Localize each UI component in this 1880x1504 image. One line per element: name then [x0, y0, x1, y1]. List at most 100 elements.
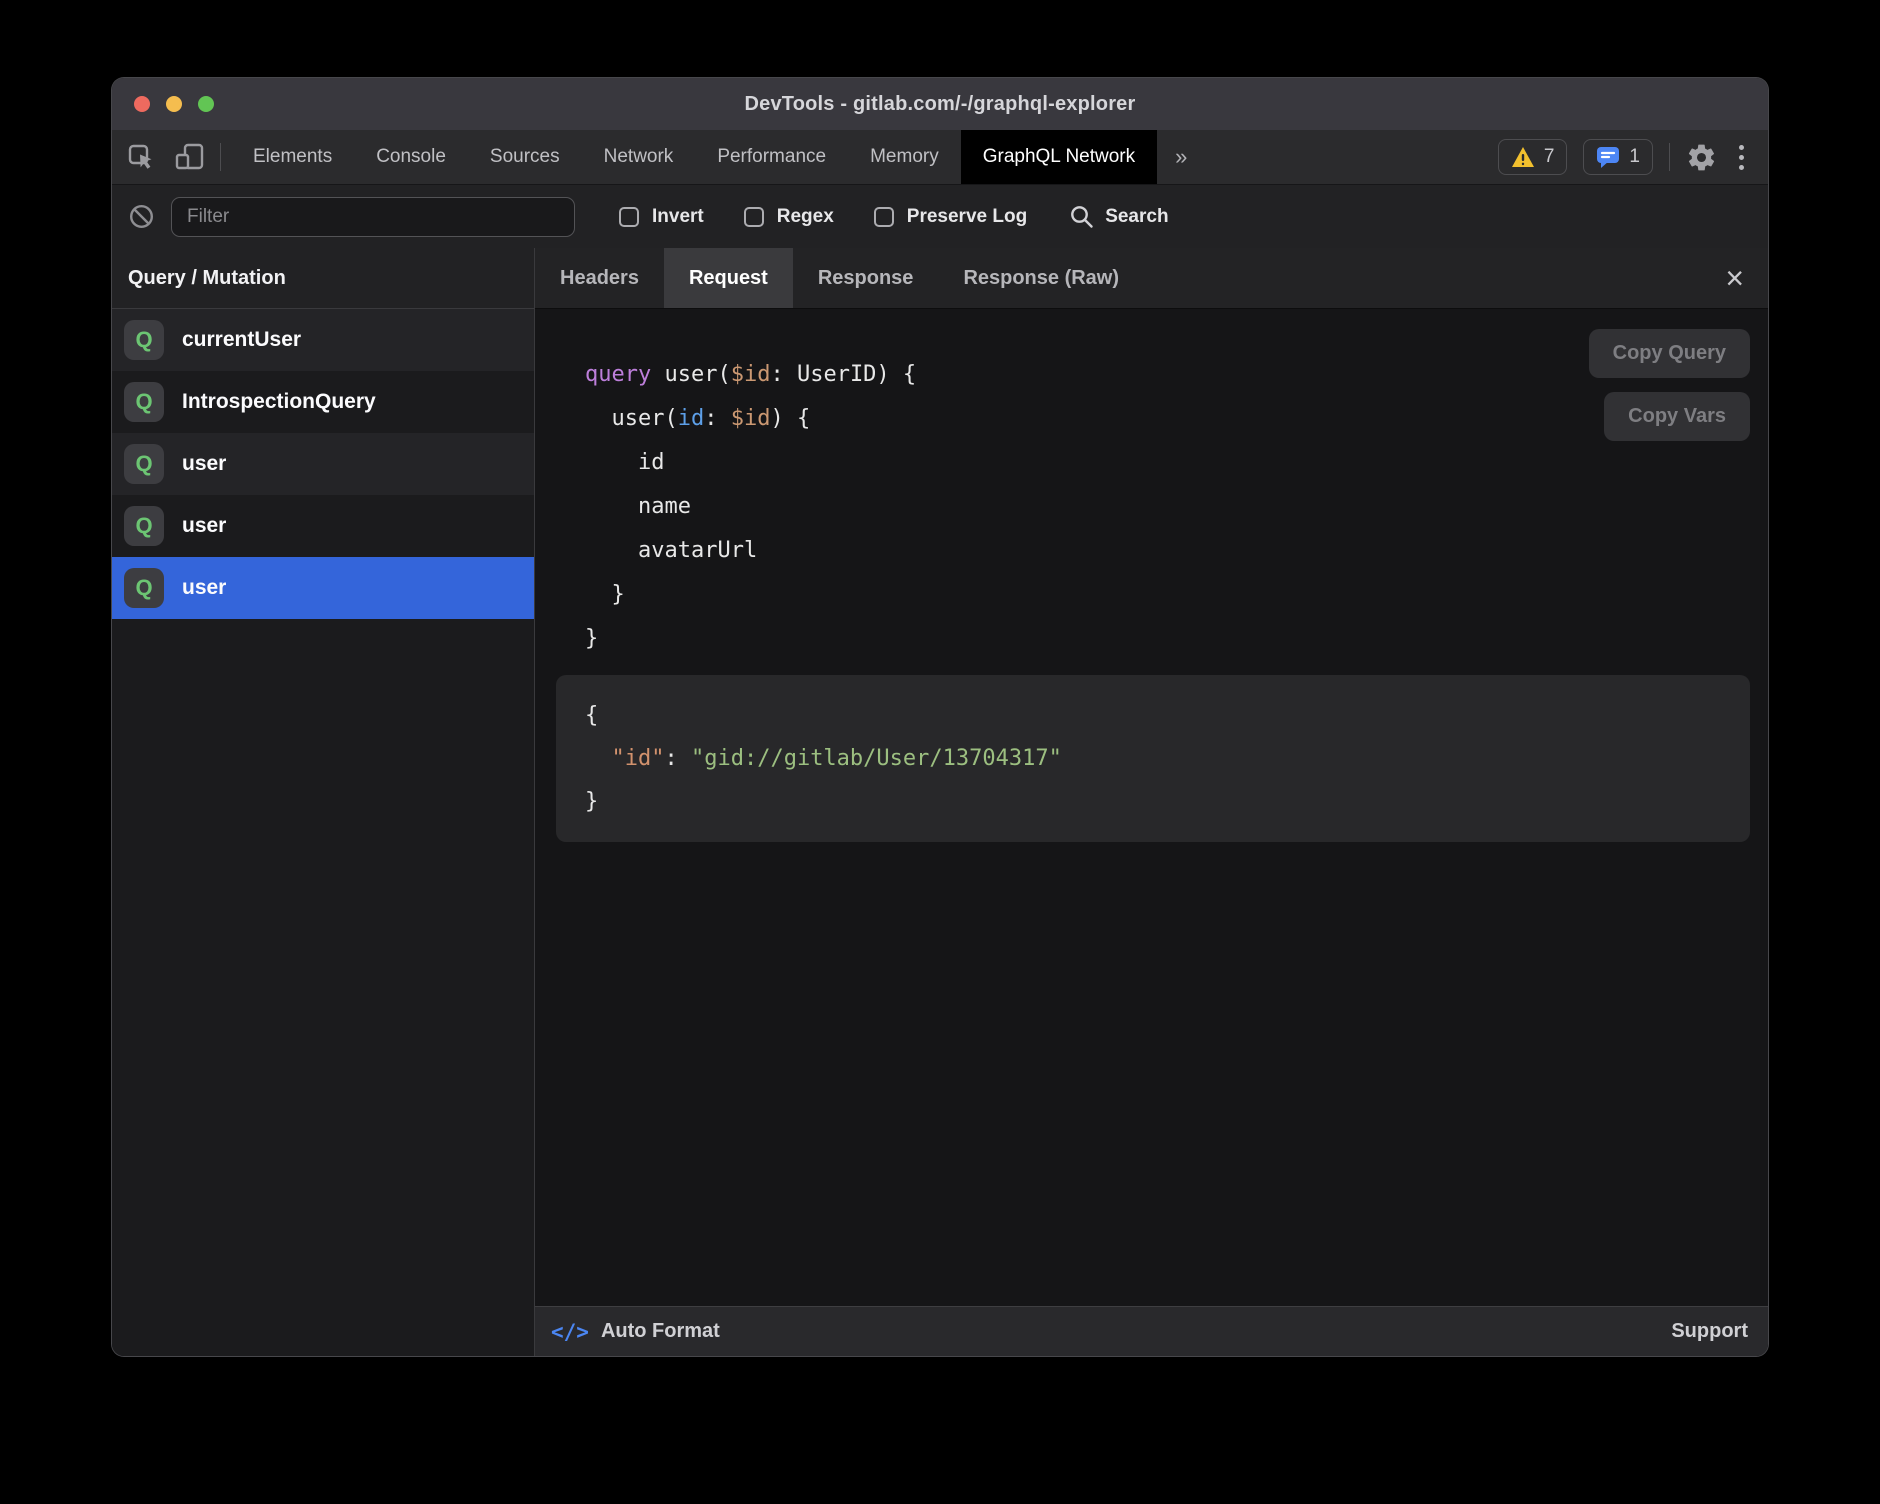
tab-sources[interactable]: Sources [468, 130, 582, 184]
tab-elements[interactable]: Elements [231, 130, 354, 184]
query-list: QcurrentUserQIntrospectionQueryQuserQuse… [112, 309, 534, 619]
query-list-empty-area [112, 619, 534, 1356]
query-list-panel: Query / Mutation QcurrentUserQIntrospect… [112, 248, 535, 1356]
code-token: : UserID) { [770, 362, 916, 387]
settings-gear-icon[interactable] [1686, 142, 1717, 173]
code-token: id [585, 450, 664, 475]
filter-bar: Invert Regex Preserve Log Search [112, 184, 1768, 248]
issues-count: 1 [1629, 146, 1640, 168]
toolbar-icons [112, 130, 220, 184]
more-options-kebab-icon[interactable] [1733, 141, 1750, 174]
checkbox-invert[interactable]: Invert [619, 206, 704, 228]
code-token: user( [585, 406, 678, 431]
devtools-window: DevTools - gitlab.com/-/graphql-explorer… [112, 78, 1768, 1356]
detail-footer: </> Auto Format Support [535, 1306, 1768, 1356]
traffic-lights [134, 78, 214, 130]
query-type-badge: Q [124, 506, 164, 546]
tab-network[interactable]: Network [582, 130, 696, 184]
title-bar: DevTools - gitlab.com/-/graphql-explorer [112, 78, 1768, 130]
query-name: user [182, 514, 226, 538]
tabbar-right-controls: 7 1 [1498, 130, 1768, 184]
code-line: name [585, 485, 1750, 529]
auto-format-label: Auto Format [601, 1320, 720, 1343]
request-detail-panel: HeadersRequestResponseResponse (Raw) × q… [535, 248, 1768, 1356]
code-token: query [585, 362, 664, 387]
checkbox-preserve-log[interactable]: Preserve Log [874, 206, 1027, 228]
code-token: user( [664, 362, 730, 387]
query-list-item[interactable]: Quser [112, 557, 534, 619]
checkbox-label-preserve-log: Preserve Log [907, 206, 1027, 228]
issues-badge[interactable]: 1 [1583, 139, 1653, 175]
tab-graphql-network[interactable]: GraphQL Network [961, 130, 1157, 184]
inspect-element-icon[interactable] [128, 144, 155, 171]
code-line: } [585, 617, 1750, 661]
code-token: name [585, 494, 691, 519]
tab-performance[interactable]: Performance [695, 130, 848, 184]
detail-tabs: HeadersRequestResponseResponse (Raw) [535, 248, 1144, 308]
checkbox-box-invert[interactable] [619, 207, 639, 227]
checkbox-box-regex[interactable] [744, 207, 764, 227]
vars-line: { [585, 694, 1750, 737]
copy-query-button[interactable]: Copy Query [1589, 329, 1750, 378]
issues-chat-icon [1596, 145, 1620, 169]
checkbox-box-preserve-log[interactable] [874, 207, 894, 227]
clear-filter-icon[interactable] [128, 203, 155, 230]
vars-line: } [585, 780, 1750, 823]
search-control[interactable]: Search [1069, 204, 1168, 229]
warning-icon [1511, 146, 1535, 168]
warnings-badge[interactable]: 7 [1498, 139, 1568, 175]
query-list-item[interactable]: QIntrospectionQuery [112, 371, 534, 433]
query-list-item[interactable]: QcurrentUser [112, 309, 534, 371]
code-brackets-icon: </> [551, 1320, 589, 1344]
code-token: } [585, 582, 625, 607]
auto-format-button[interactable]: </> Auto Format [551, 1320, 720, 1344]
support-link[interactable]: Support [1671, 1320, 1748, 1343]
minimize-window-button[interactable] [166, 96, 182, 112]
panel-tabs: ElementsConsoleSourcesNetworkPerformance… [231, 130, 1157, 184]
close-window-button[interactable] [134, 96, 150, 112]
query-type-badge: Q [124, 568, 164, 608]
detail-tab-bar: HeadersRequestResponseResponse (Raw) × [535, 248, 1768, 309]
toolbar-divider [220, 143, 221, 171]
tab-console[interactable]: Console [354, 130, 468, 184]
code-line: avatarUrl [585, 529, 1750, 573]
detail-tab-response[interactable]: Response [793, 248, 939, 308]
close-detail-icon[interactable]: × [1725, 262, 1768, 294]
query-list-item[interactable]: Quser [112, 495, 534, 557]
device-toolbar-icon[interactable] [175, 143, 206, 171]
code-token: id [678, 406, 705, 431]
code-line: user(id: $id) { [585, 397, 1750, 441]
query-list-item[interactable]: Quser [112, 433, 534, 495]
window-title: DevTools - gitlab.com/-/graphql-explorer [744, 93, 1135, 116]
main-split: Query / Mutation QcurrentUserQIntrospect… [112, 248, 1768, 1356]
checkbox-label-regex: Regex [777, 206, 834, 228]
vars-line: "id": "gid://gitlab/User/13704317" [585, 737, 1750, 780]
query-type-badge: Q [124, 382, 164, 422]
query-list-header: Query / Mutation [112, 248, 534, 309]
detail-tab-response-raw[interactable]: Response (Raw) [938, 248, 1144, 308]
code-token: : [704, 406, 731, 431]
code-token: $id [731, 362, 771, 387]
warnings-count: 7 [1544, 146, 1555, 168]
devtools-tab-bar: ElementsConsoleSourcesNetworkPerformance… [112, 130, 1768, 184]
detail-tab-request[interactable]: Request [664, 248, 793, 308]
code-token: "gid://gitlab/User/13704317" [691, 746, 1062, 771]
detail-tab-headers[interactable]: Headers [535, 248, 664, 308]
filter-input[interactable] [171, 197, 575, 237]
code-line: id [585, 441, 1750, 485]
code-token: avatarUrl [585, 538, 757, 563]
query-variables-box: { "id": "gid://gitlab/User/13704317"} [556, 675, 1750, 842]
code-token: { [585, 703, 598, 728]
tab-memory[interactable]: Memory [848, 130, 961, 184]
copy-vars-button[interactable]: Copy Vars [1604, 392, 1750, 441]
query-list-header-label: Query / Mutation [128, 267, 286, 290]
badge-divider [1669, 143, 1670, 171]
checkbox-regex[interactable]: Regex [744, 206, 834, 228]
code-line: query user($id: UserID) { [585, 353, 1750, 397]
query-name: currentUser [182, 328, 301, 352]
code-line: } [585, 573, 1750, 617]
query-variables-json: { "id": "gid://gitlab/User/13704317"} [585, 694, 1750, 823]
zoom-window-button[interactable] [198, 96, 214, 112]
more-tabs-button[interactable]: » [1157, 130, 1205, 184]
copy-buttons: Copy Query Copy Vars [1589, 329, 1750, 441]
